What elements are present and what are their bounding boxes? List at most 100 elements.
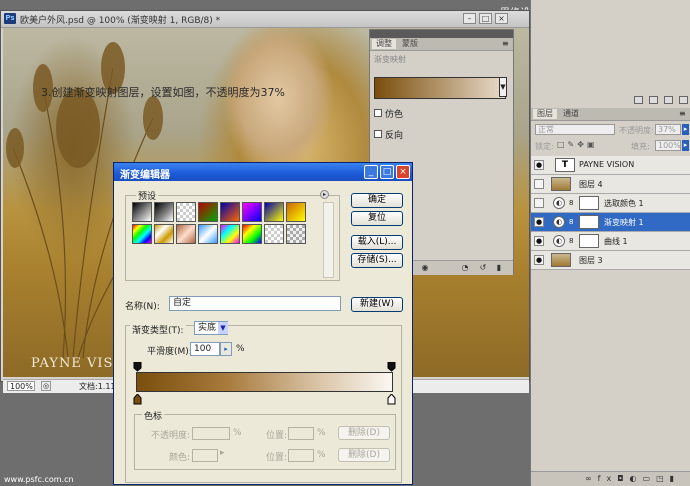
reverse-checkbox[interactable]	[374, 130, 382, 138]
preset-swatch[interactable]	[264, 202, 284, 222]
preset-swatch[interactable]	[198, 202, 218, 222]
tutorial-annotation: 3.创建渐变映射图层，设置如图，不透明度为37%	[41, 86, 285, 99]
preset-swatch[interactable]	[242, 224, 262, 244]
preset-swatch[interactable]	[264, 224, 284, 244]
panel-header-bar[interactable]	[370, 30, 513, 38]
smoothness-label: 平滑度(M):	[147, 347, 192, 357]
delete-opacity-stop-button[interactable]: 删除(D)	[338, 426, 390, 440]
reset-icon[interactable]: ↺	[478, 263, 488, 272]
panel-menu-icon[interactable]: ≡	[502, 39, 509, 48]
preset-swatch[interactable]	[132, 224, 152, 244]
opacity-input[interactable]: 37%	[655, 124, 681, 135]
layer-mask-thumbnail[interactable]	[579, 196, 599, 210]
stop-location-input[interactable]	[288, 427, 314, 440]
layer-thumbnail	[551, 253, 571, 267]
close-icon[interactable]: ×	[396, 165, 410, 179]
photoshop-logo-icon: Ps	[4, 13, 16, 24]
fill-arrow-icon[interactable]: ▸	[682, 140, 689, 151]
duplicate-icon[interactable]	[648, 96, 658, 104]
status-menu-icon[interactable]: ◎	[41, 381, 51, 391]
gradient-map-preview[interactable]	[374, 77, 506, 99]
layer-row[interactable]: ◐ 8 选取颜色 1	[531, 194, 690, 213]
preset-swatch[interactable]	[220, 202, 240, 222]
new-button[interactable]: 新建(W)	[351, 297, 403, 312]
stop-color-arrow-icon[interactable]: ▸	[220, 448, 225, 458]
presets-menu-icon[interactable]: ▸	[320, 190, 329, 199]
zoom-field[interactable]: 100%	[7, 381, 35, 391]
reset-button[interactable]: 复位	[351, 211, 403, 226]
delete-color-stop-button[interactable]: 删除(D)	[338, 448, 390, 462]
smoothness-input[interactable]: 100	[190, 342, 220, 356]
preset-swatch[interactable]	[154, 202, 174, 222]
layer-row[interactable]: 图层 4	[531, 175, 690, 194]
eye-icon[interactable]: ●	[534, 217, 544, 227]
smoothness-arrow-icon[interactable]: ▸	[220, 342, 232, 356]
load-button[interactable]: 载入(L)...	[351, 235, 403, 250]
chevron-down-icon[interactable]: ▼	[218, 322, 228, 334]
view-previous-icon[interactable]: ◔	[460, 263, 470, 272]
maximize-icon[interactable]: □	[479, 13, 492, 24]
lock-icons[interactable]: □✎✥▣	[557, 140, 598, 149]
document-titlebar[interactable]: Ps 欧美户外风.psd @ 100% (渐变映射 1, RGB/8) * – …	[1, 11, 529, 28]
preset-swatch[interactable]	[220, 224, 240, 244]
preset-swatch[interactable]	[198, 224, 218, 244]
color-stop-right[interactable]	[387, 394, 397, 405]
delete-icon[interactable]	[663, 96, 673, 104]
trash-icon[interactable]	[678, 96, 688, 104]
minimize-icon[interactable]: _	[364, 165, 378, 179]
dither-checkbox[interactable]	[374, 109, 382, 117]
preset-swatch[interactable]	[176, 202, 196, 222]
eye-icon[interactable]: ●	[534, 236, 544, 246]
gradient-preview-bar[interactable]	[136, 372, 393, 392]
tab-layers[interactable]: 图层	[533, 109, 557, 119]
layer-row[interactable]: ● T PAYNE VISION	[531, 156, 690, 175]
layer-action-icons[interactable]: ∞fx◘◐▭◳▮	[585, 474, 680, 483]
name-input[interactable]: 自定	[169, 296, 341, 311]
presets-scrollbar[interactable]	[323, 202, 334, 278]
panel-menu-icon[interactable]: ≡	[679, 109, 686, 118]
gradient-type-label: 渐变类型(T):	[130, 323, 186, 336]
gradient-picker-arrow-icon[interactable]: ▼	[499, 77, 507, 97]
color-stop-left[interactable]	[133, 394, 143, 405]
close-icon[interactable]: ×	[495, 13, 508, 24]
link-icon[interactable]: 8	[569, 199, 573, 207]
link-icon[interactable]: 8	[569, 218, 573, 226]
opacity-stop-right[interactable]	[387, 362, 397, 372]
eye-icon[interactable]: ●	[534, 160, 544, 170]
stop-opacity-input[interactable]	[192, 427, 230, 440]
opacity-stop-left[interactable]	[133, 362, 143, 372]
preset-swatch[interactable]	[132, 202, 152, 222]
eye-icon[interactable]: ◉	[420, 263, 430, 272]
layer-row[interactable]: ● ◐ 8 渐变映射 1	[531, 213, 690, 232]
stop-color-swatch[interactable]	[192, 449, 218, 462]
minimize-icon[interactable]: –	[463, 13, 476, 24]
opacity-arrow-icon[interactable]: ▸	[682, 124, 689, 135]
stop-location-input-2[interactable]	[288, 449, 314, 462]
dialog-titlebar[interactable]: 渐变编辑器 _ □ ×	[114, 163, 412, 181]
blend-mode-select[interactable]: 正常	[535, 124, 615, 135]
preset-swatch[interactable]	[242, 202, 262, 222]
maximize-icon[interactable]: □	[380, 165, 394, 179]
link-icon[interactable]: 8	[569, 237, 573, 245]
stop-color-label: 颜色:	[169, 453, 191, 463]
layer-mask-thumbnail[interactable]	[579, 215, 599, 229]
save-button[interactable]: 存储(S)...	[351, 253, 403, 268]
layer-mask-thumbnail[interactable]	[579, 234, 599, 248]
tab-channels[interactable]: 通道	[559, 109, 583, 119]
eye-icon[interactable]: ●	[534, 255, 544, 265]
preset-swatch[interactable]	[176, 224, 196, 244]
trash-icon[interactable]: ▮	[494, 263, 504, 272]
preset-swatch[interactable]	[286, 202, 306, 222]
fill-input[interactable]: 100%	[655, 140, 681, 151]
tab-masks[interactable]: 蒙版	[398, 39, 422, 49]
preset-swatch[interactable]	[154, 224, 174, 244]
tab-adjustments[interactable]: 调整	[372, 39, 396, 49]
presets-label: 预设	[136, 189, 159, 202]
new-item-icon[interactable]	[634, 96, 643, 104]
ok-button[interactable]: 确定	[351, 193, 403, 208]
preset-swatch[interactable]	[286, 224, 306, 244]
eye-icon[interactable]	[534, 179, 544, 189]
layer-row[interactable]: ● 图层 3	[531, 251, 690, 270]
layer-row[interactable]: ● ◐ 8 曲线 1	[531, 232, 690, 251]
eye-icon[interactable]	[534, 198, 544, 208]
